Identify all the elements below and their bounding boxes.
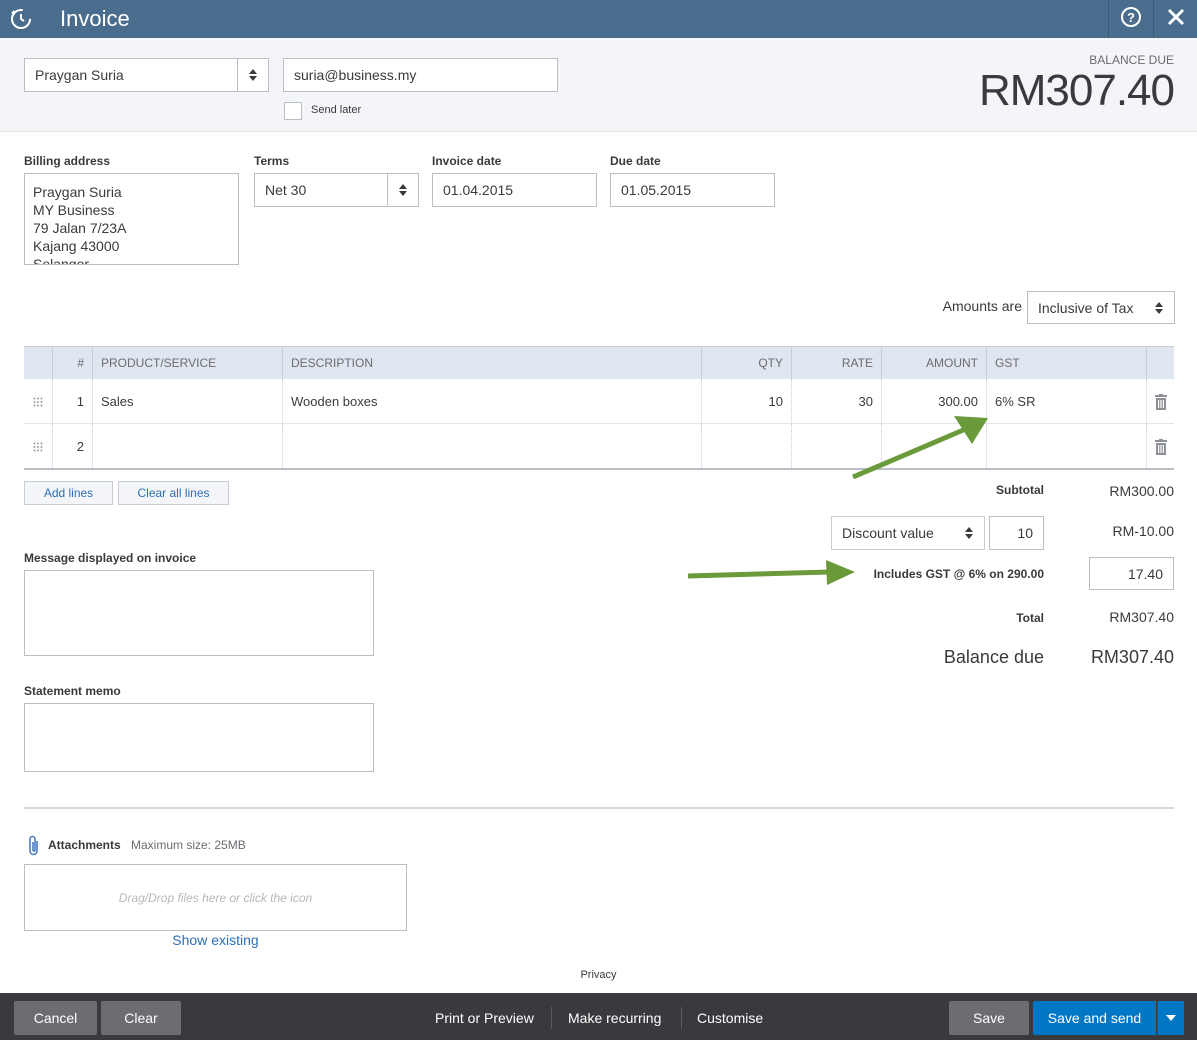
billing-address-label: Billing address xyxy=(24,154,111,168)
section-divider xyxy=(24,807,1174,809)
annotation-arrow-gst-included xyxy=(687,569,831,579)
terms-label: Terms xyxy=(254,154,290,168)
terms-select[interactable]: Net 30 xyxy=(254,173,419,207)
trash-icon[interactable] xyxy=(1155,394,1167,410)
footer-divider xyxy=(551,1007,552,1029)
row-gst[interactable]: 6% SR xyxy=(995,379,1035,423)
select-caret-icon xyxy=(1143,292,1174,323)
due-date-value: 01.05.2015 xyxy=(621,182,692,198)
clear-all-lines-button[interactable]: Clear all lines xyxy=(118,481,229,505)
invoice-date-field[interactable]: 01.04.2015 xyxy=(432,173,597,207)
annotation-arrows xyxy=(687,416,988,585)
select-caret-icon xyxy=(387,174,418,206)
billing-line: MY Business xyxy=(33,202,115,218)
col-num-header: # xyxy=(77,356,84,370)
discount-amount: RM-10.00 xyxy=(1112,523,1174,539)
email-value: suria@business.my xyxy=(294,67,417,83)
close-button[interactable] xyxy=(1153,0,1197,38)
customise-link[interactable]: Customise xyxy=(697,1001,763,1035)
row-description[interactable]: Wooden boxes xyxy=(291,379,378,423)
row-product[interactable]: Sales xyxy=(101,379,134,423)
gst-amount-field[interactable]: 17.40 xyxy=(1089,557,1174,590)
billing-line: Kajang 43000 xyxy=(33,238,120,254)
row-num: 1 xyxy=(76,393,84,409)
attachments-max-size: Maximum size: 25MB xyxy=(131,838,246,852)
customer-name: Praygan Suria xyxy=(35,67,124,83)
drag-handle-icon[interactable] xyxy=(33,397,43,407)
message-field[interactable] xyxy=(24,570,374,656)
make-recurring-link[interactable]: Make recurring xyxy=(568,1001,661,1035)
page-title: Invoice xyxy=(60,6,130,31)
balance-due-label: BALANCE DUE xyxy=(1089,53,1174,67)
discount-input-value: 10 xyxy=(1017,525,1033,541)
col-rate-header: RATE xyxy=(841,356,873,370)
add-lines-button[interactable]: Add lines xyxy=(24,481,113,505)
due-date-field[interactable]: 01.05.2015 xyxy=(610,173,775,207)
chevron-down-icon xyxy=(1166,1015,1176,1021)
due-date-label: Due date xyxy=(610,154,661,168)
attachments-dropzone[interactable]: Drag/Drop files here or click the icon xyxy=(24,864,407,931)
total-label: Total xyxy=(1016,611,1044,625)
email-field[interactable]: suria@business.my xyxy=(283,58,558,92)
table-row[interactable]: 1 Sales Wooden boxes 10 30 300.00 6% SR xyxy=(24,379,1174,424)
recent-history-icon[interactable] xyxy=(8,6,34,32)
help-icon: ? xyxy=(1121,7,1141,27)
attachments-label: Attachments xyxy=(48,838,121,852)
annotation-arrow-gst-column xyxy=(852,425,969,480)
col-product-header: PRODUCT/SERVICE xyxy=(101,356,217,370)
drag-handle-icon[interactable] xyxy=(33,442,43,452)
print-preview-link[interactable]: Print or Preview xyxy=(435,1001,534,1035)
statement-memo-field[interactable] xyxy=(24,703,374,772)
paperclip-icon[interactable] xyxy=(27,835,41,857)
balance-due-amount: RM307.40 xyxy=(978,66,1175,115)
amounts-are-label: Amounts are xyxy=(942,298,1022,314)
show-existing-link[interactable]: Show existing xyxy=(24,932,407,948)
col-amount-header: AMOUNT xyxy=(926,356,978,370)
col-description-header: DESCRIPTION xyxy=(291,356,374,370)
terms-value: Net 30 xyxy=(265,182,307,198)
send-later-checkbox[interactable] xyxy=(284,102,302,120)
balance-due-total-value: RM307.40 xyxy=(1090,647,1174,667)
send-later-label: Send later xyxy=(311,104,362,116)
table-row[interactable]: 2 xyxy=(24,424,1174,470)
cancel-button[interactable]: Cancel xyxy=(14,1001,97,1035)
statement-memo-label: Statement memo xyxy=(24,684,121,698)
subtotal-value: RM300.00 xyxy=(1109,483,1174,499)
save-button[interactable]: Save xyxy=(949,1001,1029,1035)
dropzone-hint: Drag/Drop files here or click the icon xyxy=(118,890,313,905)
invoice-date-value: 01.04.2015 xyxy=(443,182,514,198)
billing-address-field[interactable]: Praygan Suria MY Business 79 Jalan 7/23A… xyxy=(24,173,239,265)
svg-text:?: ? xyxy=(1127,10,1135,25)
amounts-are-value: Inclusive of Tax xyxy=(1038,299,1134,316)
save-and-send-button[interactable]: Save and send xyxy=(1033,1001,1156,1035)
row-num: 2 xyxy=(76,438,84,454)
close-icon xyxy=(1167,8,1185,26)
help-button[interactable]: ? xyxy=(1108,0,1152,38)
title-bar: Invoice ? xyxy=(0,0,1197,38)
trash-icon[interactable] xyxy=(1155,439,1167,455)
footer-divider xyxy=(681,1007,682,1029)
privacy-link[interactable]: Privacy xyxy=(520,969,677,981)
total-value: RM307.40 xyxy=(1109,609,1174,625)
customer-select[interactable]: Praygan Suria xyxy=(24,58,269,92)
gst-amount-value: 17.40 xyxy=(1127,565,1163,582)
save-options-dropdown[interactable] xyxy=(1157,1001,1184,1035)
billing-line: Praygan Suria xyxy=(33,184,122,200)
col-gst-header: GST xyxy=(995,356,1020,370)
amounts-are-select[interactable]: Inclusive of Tax xyxy=(1027,291,1175,324)
annotation-arrowhead xyxy=(826,560,855,585)
select-caret-icon xyxy=(237,59,268,91)
line-items-header: # PRODUCT/SERVICE DESCRIPTION QTY RATE A… xyxy=(24,346,1174,379)
balance-due-total-label: Balance due xyxy=(943,647,1044,667)
billing-line: Selangor xyxy=(33,256,90,265)
billing-line: 79 Jalan 7/23A xyxy=(33,220,127,236)
clear-button[interactable]: Clear xyxy=(101,1001,181,1035)
invoice-date-label: Invoice date xyxy=(432,154,502,168)
col-qty-header: QTY xyxy=(758,356,783,370)
footer-bar: Cancel Clear Print or Preview Make recur… xyxy=(0,993,1197,1040)
message-label: Message displayed on invoice xyxy=(24,551,197,565)
